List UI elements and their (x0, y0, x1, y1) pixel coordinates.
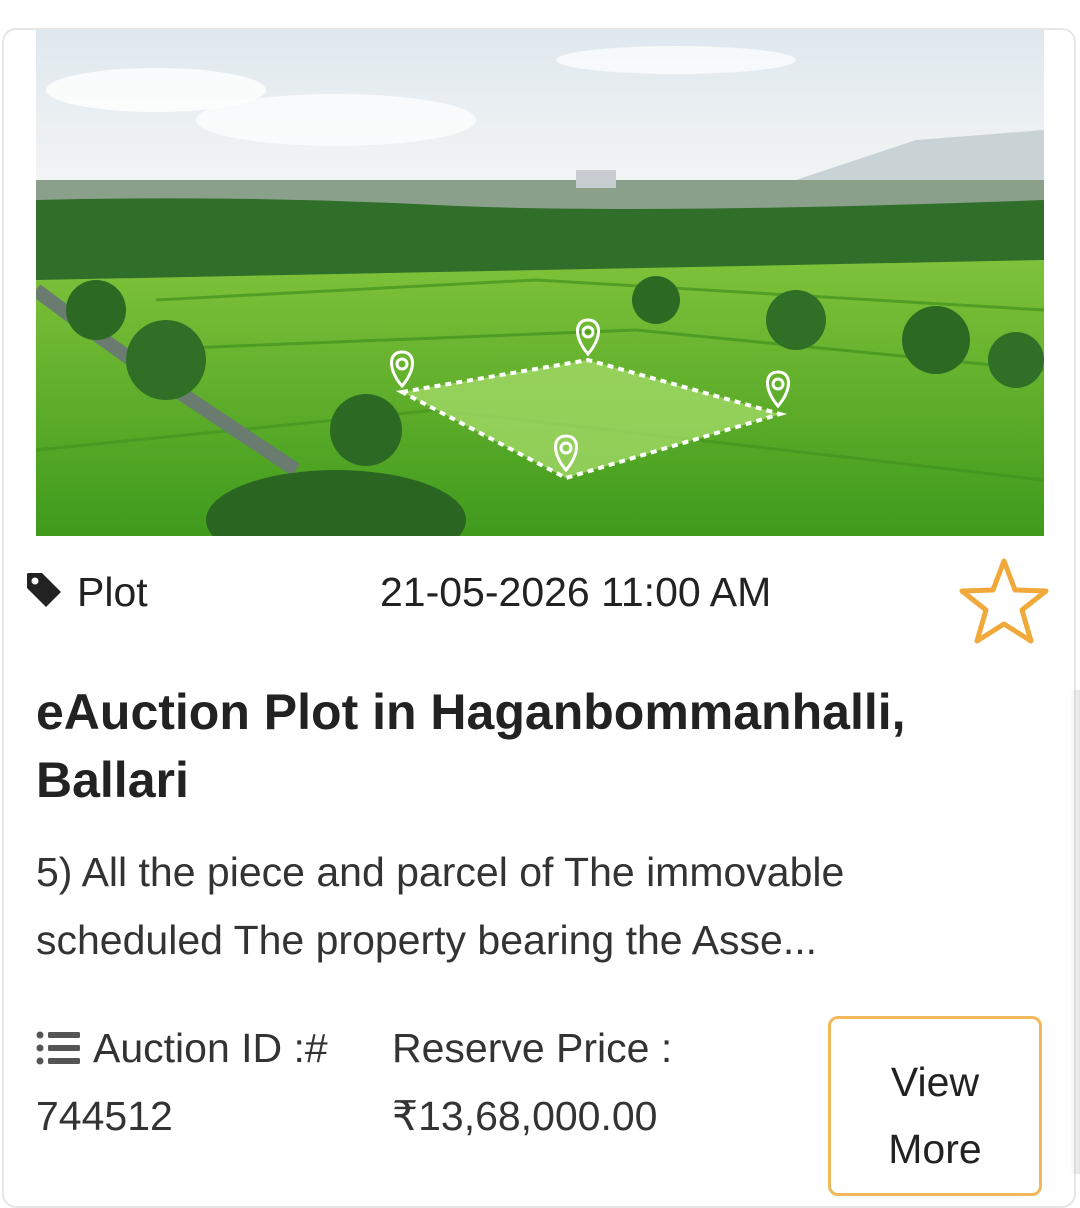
favorite-button[interactable] (956, 555, 1052, 651)
category-label: Plot (77, 569, 148, 615)
auction-id-label: Auction ID :# (93, 1025, 328, 1071)
star-outline-icon (959, 558, 1049, 644)
view-more-button[interactable]: View More (828, 1016, 1042, 1196)
list-icon (36, 1030, 82, 1066)
listing-title[interactable]: eAuction Plot in Haganbommanhalli, Balla… (36, 678, 1036, 814)
auction-id-value: 744512 (36, 1093, 173, 1139)
reserve-price-label: Reserve Price : (392, 1025, 673, 1071)
tag-icon (24, 570, 64, 610)
listing-meta-row: Plot 21-05-2026 11:00 AM (0, 555, 1080, 644)
aerial-plot-illustration (36, 30, 1044, 536)
auction-datetime: 21-05-2026 11:00 AM (380, 569, 772, 615)
listing-description: 5) All the piece and parcel of The immov… (36, 849, 845, 963)
adjacent-card-edge (1070, 690, 1080, 1174)
reserve-price-value: ₹13,68,000.00 (392, 1093, 658, 1139)
listing-image[interactable] (36, 30, 1044, 536)
